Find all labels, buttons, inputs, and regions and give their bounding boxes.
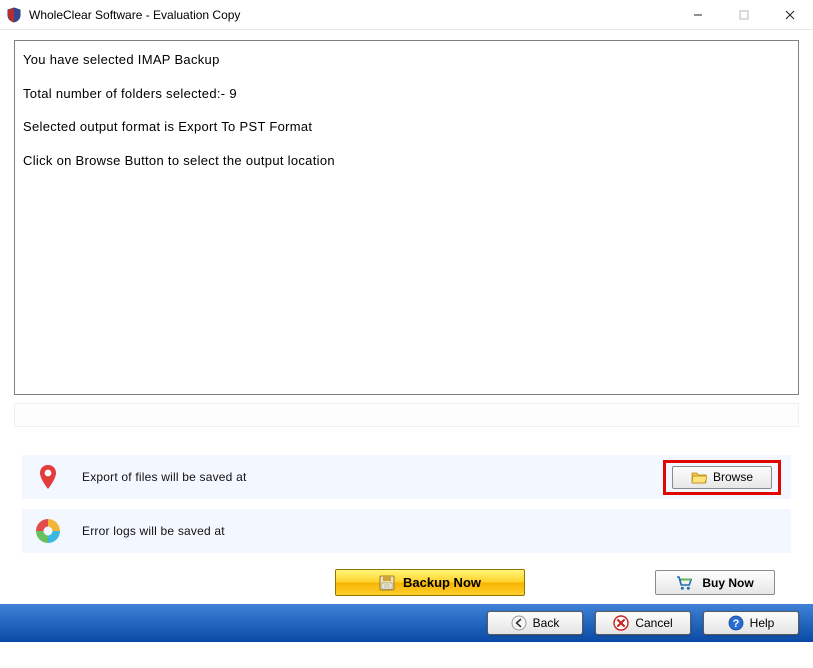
export-location-label: Export of files will be saved at [82,470,663,484]
browse-highlight: Browse [663,460,781,495]
cancel-button-label: Cancel [635,616,672,630]
buy-now-button[interactable]: Buy Now [655,570,775,595]
errorlog-location-label: Error logs will be saved at [82,524,781,538]
titlebar: WholeClear Software - Evaluation Copy [0,0,813,30]
status-line: Selected output format is Export To PST … [23,118,790,136]
status-line: You have selected IMAP Backup [23,51,790,69]
folder-open-icon [691,470,707,484]
browse-button[interactable]: Browse [672,466,772,489]
close-button[interactable] [767,0,813,30]
location-section: Export of files will be saved at Browse [14,455,799,553]
app-logo-icon [6,7,22,23]
action-row: Backup Now Buy Now [14,563,799,604]
backup-disk-icon [379,575,395,591]
shopping-cart-icon [676,575,694,591]
svg-text:?: ? [732,618,739,630]
minimize-button[interactable] [675,0,721,30]
help-button[interactable]: ? Help [703,611,799,635]
help-button-label: Help [750,616,775,630]
window-title: WholeClear Software - Evaluation Copy [29,8,240,22]
buy-now-label: Buy Now [702,576,753,590]
export-location-row: Export of files will be saved at Browse [22,455,791,499]
cancel-button[interactable]: Cancel [595,611,691,635]
status-line: Total number of folders selected:- 9 [23,85,790,103]
back-arrow-icon [511,615,527,631]
path-display [14,403,799,427]
footer-bar: Back Cancel ? Help [0,604,813,642]
browse-button-label: Browse [713,470,753,484]
help-question-icon: ? [728,615,744,631]
main-content: You have selected IMAP Backup Total numb… [0,30,813,604]
status-line: Click on Browse Button to select the out… [23,152,790,170]
backup-now-label: Backup Now [403,575,481,590]
back-button-label: Back [533,616,560,630]
back-button[interactable]: Back [487,611,583,635]
errorlog-location-row: Error logs will be saved at [22,509,791,553]
backup-now-button[interactable]: Backup Now [335,569,525,596]
pin-icon [30,459,66,495]
pie-chart-icon [30,513,66,549]
maximize-button[interactable] [721,0,767,30]
status-textbox: You have selected IMAP Backup Total numb… [14,40,799,395]
cancel-x-icon [613,615,629,631]
